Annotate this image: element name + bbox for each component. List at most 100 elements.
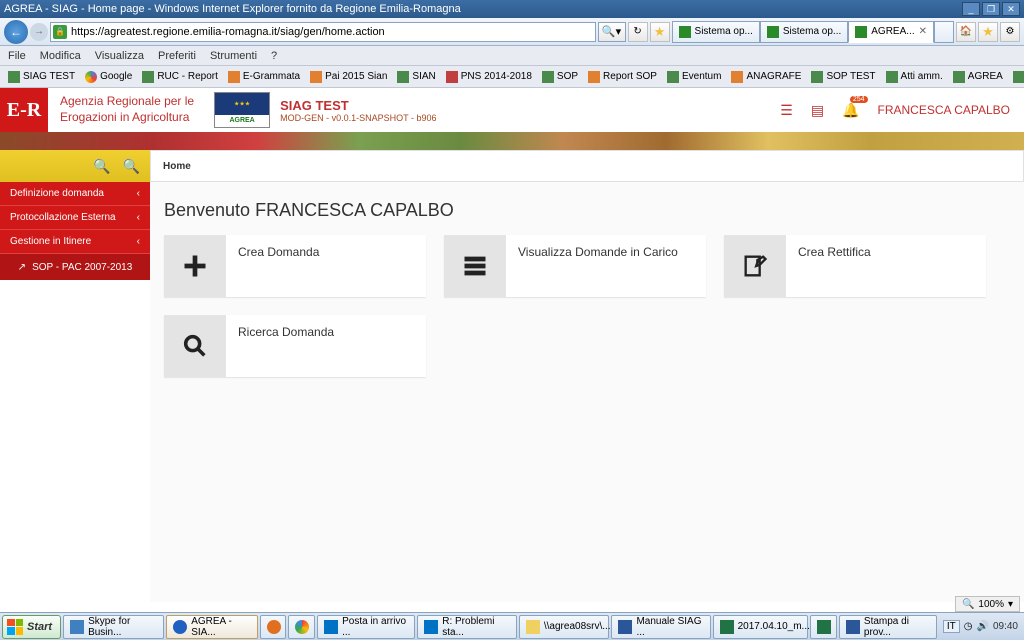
browser-tab[interactable]: Sistema op... — [760, 21, 848, 43]
taskbar-item[interactable]: Skype for Busin... — [63, 615, 164, 639]
favorite-link[interactable]: SIAG — [1009, 71, 1024, 83]
favorite-link[interactable]: SIAN — [393, 71, 439, 83]
window-restore-button[interactable]: ❐ — [982, 2, 1000, 16]
favorite-link[interactable]: SOP — [538, 71, 582, 83]
sidebar-search[interactable]: 🔍 🔍 — [0, 150, 150, 182]
menu-edit[interactable]: Modifica — [40, 50, 81, 62]
favorite-link[interactable]: SOP TEST — [807, 71, 879, 83]
zoom-icon: 🔍 — [123, 158, 140, 175]
agency-name: Agenzia Regionale per le Erogazioni in A… — [48, 94, 206, 125]
zoom-icon: 🔍 — [962, 599, 974, 610]
er-logo[interactable]: E-R — [0, 88, 48, 132]
favorites-star-icon[interactable]: ★ — [650, 22, 670, 42]
tools-button[interactable]: ⚙ — [1000, 22, 1020, 42]
user-name[interactable]: FRANCESCA CAPALBO — [878, 103, 1010, 117]
start-button[interactable]: Start — [2, 615, 61, 639]
tile-crea-domanda[interactable]: Crea Domanda — [164, 235, 426, 297]
favorite-link[interactable]: AGREA — [949, 71, 1007, 83]
tile-label: Crea Rettifica — [786, 235, 986, 297]
tab-close-icon[interactable]: ✕ — [919, 26, 927, 37]
address-bar[interactable]: 🔒 — [50, 22, 596, 42]
favicon-icon — [85, 71, 97, 83]
taskbar-item[interactable] — [288, 615, 315, 639]
url-input[interactable] — [71, 26, 593, 38]
sidebar-item-label: SOP - PAC 2007-2013 — [32, 262, 132, 273]
favorite-link[interactable]: PNS 2014-2018 — [442, 71, 536, 83]
favorites-button[interactable]: ★ — [978, 22, 998, 42]
app-version: MOD-GEN - v0.0.1-SNAPSHOT - b906 — [280, 113, 436, 123]
menu-file[interactable]: File — [8, 50, 26, 62]
taskbar-item[interactable]: \\agrea08srv\... — [519, 615, 610, 639]
tab-label: Sistema op... — [783, 26, 841, 37]
favicon-icon — [811, 71, 823, 83]
sidebar-item-gestione[interactable]: Gestione in Itinere ‹ — [0, 230, 150, 254]
browser-menu-bar: File Modifica Visualizza Preferiti Strum… — [0, 46, 1024, 66]
menu-icon[interactable]: ☰ — [780, 102, 793, 119]
window-minimize-button[interactable]: _ — [962, 2, 980, 16]
chevron-left-icon: ‹ — [137, 188, 140, 199]
taskbar-item[interactable] — [260, 615, 287, 639]
menu-help[interactable]: ? — [271, 50, 277, 62]
favicon-icon — [446, 71, 458, 83]
favorite-link[interactable]: Atti amm. — [882, 71, 947, 83]
favorite-link[interactable]: Report SOP — [584, 71, 661, 83]
taskbar-item[interactable]: Posta in arrivo ... — [317, 615, 415, 639]
favicon-icon — [228, 71, 240, 83]
grid-icon[interactable]: ▤ — [811, 102, 824, 119]
taskbar-item[interactable]: R: Problemi sta... — [417, 615, 517, 639]
favicon-icon — [1013, 71, 1024, 83]
tray-icon[interactable]: ◷ — [964, 621, 973, 632]
app-icon — [70, 620, 84, 634]
sidebar-item-protocollazione[interactable]: Protocollazione Esterna ‹ — [0, 206, 150, 230]
breadcrumb-item[interactable]: Home — [163, 161, 191, 172]
browser-tab[interactable]: Sistema op... — [672, 21, 760, 43]
favorite-link[interactable]: SIAG TEST — [4, 71, 79, 83]
lock-icon: 🔒 — [53, 25, 67, 39]
outlook-icon — [424, 620, 438, 634]
welcome-heading: Benvenuto FRANCESCA CAPALBO — [150, 182, 1024, 235]
tile-label: Visualizza Domande in Carico — [506, 235, 706, 297]
taskbar-item[interactable]: Stampa di prov... — [839, 615, 937, 639]
sidebar-item-sop[interactable]: ↗ SOP - PAC 2007-2013 — [0, 254, 150, 280]
favorite-link[interactable]: ANAGRAFE — [727, 71, 805, 83]
zoom-indicator[interactable]: 🔍 100% ▾ — [955, 596, 1020, 612]
favorite-link[interactable]: E-Grammata — [224, 71, 304, 83]
favicon-icon — [397, 71, 409, 83]
favorite-link[interactable]: RUC - Report — [138, 71, 222, 83]
language-indicator[interactable]: IT — [943, 620, 960, 633]
new-tab-button[interactable] — [934, 21, 954, 43]
tray-icon[interactable]: 🔊 — [977, 621, 989, 632]
forward-button[interactable]: → — [30, 23, 48, 41]
browser-tab-active[interactable]: AGREA...✕ — [848, 21, 934, 43]
tile-visualizza-domande[interactable]: Visualizza Domande in Carico — [444, 235, 706, 297]
menu-view[interactable]: Visualizza — [95, 50, 144, 62]
favorites-bar: SIAG TEST Google RUC - Report E-Grammata… — [0, 66, 1024, 88]
taskbar-item[interactable] — [810, 615, 837, 639]
notifications-bell-icon[interactable]: 🔔254 — [842, 102, 859, 119]
refresh-button[interactable]: ↻ — [628, 22, 648, 42]
taskbar-item-active[interactable]: AGREA - SIA... — [166, 615, 258, 639]
search-icon — [164, 315, 226, 377]
clock[interactable]: 09:40 — [993, 621, 1018, 632]
tile-crea-rettifica[interactable]: Crea Rettifica — [724, 235, 986, 297]
favorite-link[interactable]: Pai 2015 Sian — [306, 71, 391, 83]
external-link-icon: ↗ — [18, 262, 26, 273]
window-title: AGREA - SIAG - Home page - Windows Inter… — [4, 3, 461, 15]
home-button[interactable]: 🏠 — [956, 22, 976, 42]
window-close-button[interactable]: ✕ — [1002, 2, 1020, 16]
favorite-link[interactable]: Google — [81, 71, 136, 83]
favorite-link[interactable]: Eventum — [663, 71, 725, 83]
tab-label: Sistema op... — [695, 26, 753, 37]
tile-ricerca-domanda[interactable]: Ricerca Domanda — [164, 315, 426, 377]
favicon-icon — [855, 26, 867, 38]
taskbar-item[interactable]: Manuale SIAG ... — [611, 615, 710, 639]
sidebar-item-definizione[interactable]: Definizione domanda ‹ — [0, 182, 150, 206]
favicon-icon — [542, 71, 554, 83]
search-button[interactable]: 🔍▾ — [598, 22, 626, 42]
taskbar-item[interactable]: 2017.04.10_m... — [713, 615, 809, 639]
favicon-icon — [886, 71, 898, 83]
back-button[interactable]: ← — [4, 20, 28, 44]
favicon-icon — [731, 71, 743, 83]
menu-favorites[interactable]: Preferiti — [158, 50, 196, 62]
menu-tools[interactable]: Strumenti — [210, 50, 257, 62]
